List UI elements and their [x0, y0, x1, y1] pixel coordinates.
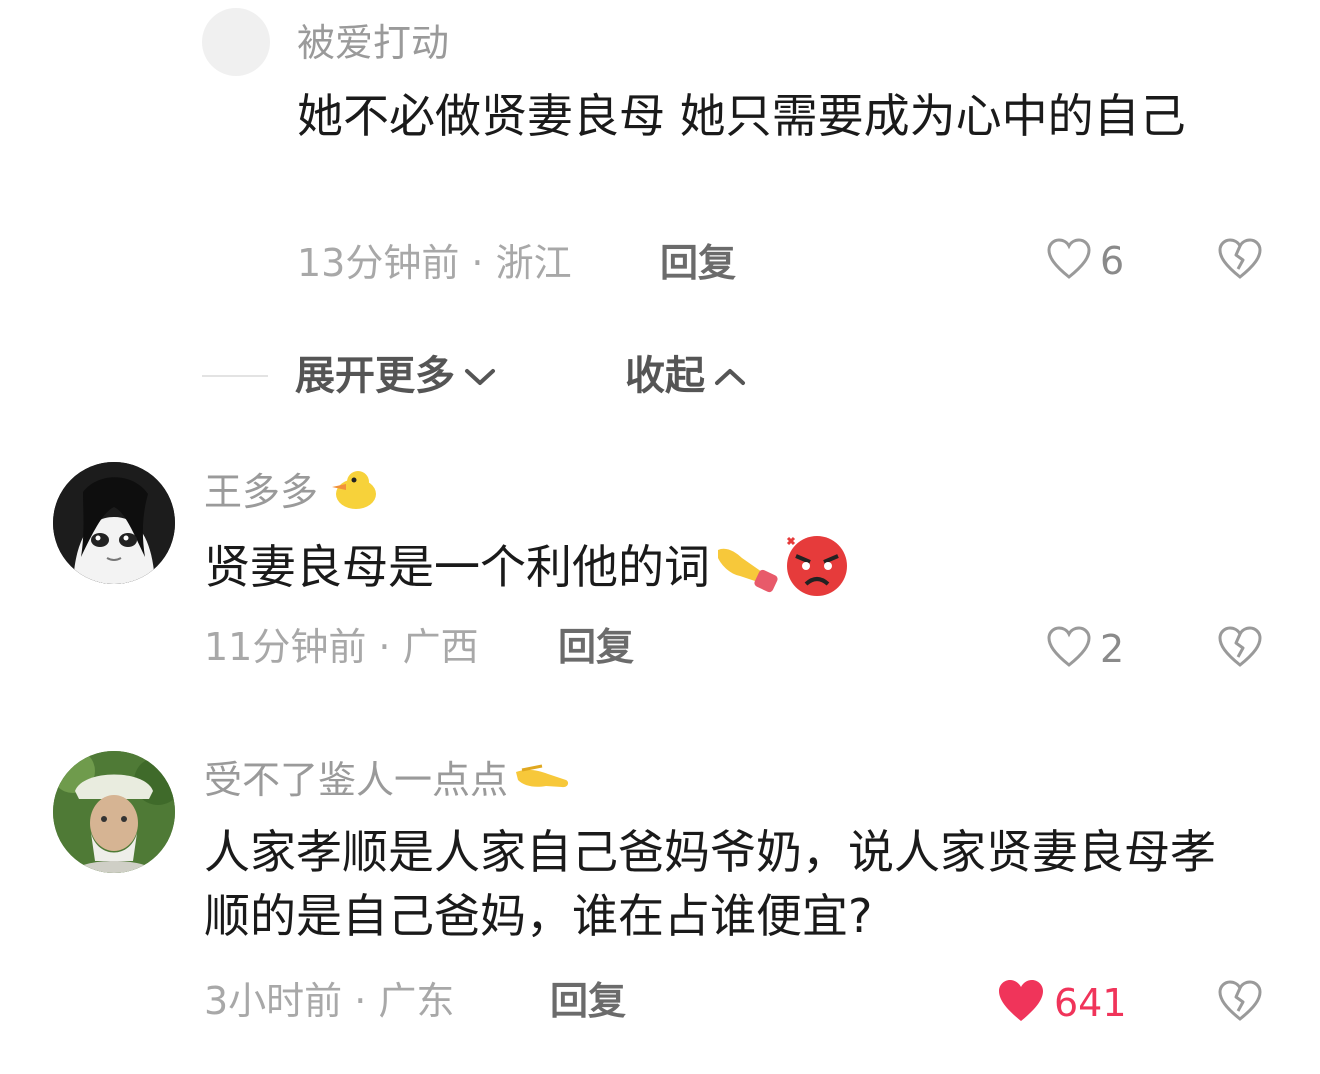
avatar-image — [53, 462, 175, 584]
heart-outline-icon — [1046, 237, 1092, 285]
username-row: 王多多 — [204, 468, 380, 516]
collapse-button[interactable]: 收起 — [625, 356, 747, 396]
username-row: 受不了鉴人一点点 — [204, 758, 572, 802]
dislike-button[interactable] — [1216, 625, 1264, 673]
like-count: 641 — [1054, 981, 1127, 1025]
reply-button[interactable]: 回复 — [558, 628, 634, 666]
comment-text: 贤妻良母是一个利他的词 — [204, 540, 710, 594]
chevron-down-icon — [463, 356, 497, 396]
like-button[interactable]: 6 — [1046, 237, 1124, 285]
comment-meta: 11分钟前 · 广西 — [204, 625, 479, 669]
expand-more-label: 展开更多 — [295, 353, 455, 399]
comment-meta: 13分钟前 · 浙江 — [297, 241, 572, 285]
pointing-hand-emoji-icon — [712, 536, 780, 598]
duck-emoji-icon — [324, 468, 380, 516]
thread-divider — [202, 375, 268, 377]
comment-text: 人家孝顺是人家自己爸妈爷奶，说人家贤妻良母孝顺的是自己爸妈，谁在占谁便宜? — [204, 825, 1216, 943]
comment-meta: 3小时前 · 广东 — [204, 979, 455, 1023]
comment-text: 她不必做贤妻良母 她只需要成为心中的自己 — [297, 89, 1186, 143]
chevron-up-icon — [713, 356, 747, 396]
dislike-button[interactable] — [1216, 979, 1264, 1027]
reply-button[interactable]: 回复 — [660, 244, 736, 282]
comment-username[interactable]: 受不了鉴人一点点 — [204, 761, 508, 799]
comment-username[interactable]: 王多多 — [204, 473, 318, 511]
avatar[interactable] — [202, 8, 270, 76]
avatar-image — [53, 751, 175, 873]
broken-heart-icon — [1216, 980, 1264, 1027]
reply-button[interactable]: 回复 — [550, 982, 626, 1020]
avatar[interactable] — [53, 462, 175, 584]
heart-filled-icon — [996, 978, 1046, 1028]
broken-heart-icon — [1216, 626, 1264, 673]
comment-text-row: 贤妻良母是一个利他的词 — [204, 532, 852, 602]
heart-outline-icon — [1046, 625, 1092, 673]
like-count: 6 — [1100, 239, 1125, 283]
expand-more-button[interactable]: 展开更多 — [295, 356, 497, 396]
like-button[interactable]: 2 — [1046, 625, 1124, 673]
collapse-label: 收起 — [625, 353, 705, 399]
avatar[interactable] — [53, 751, 175, 873]
broken-heart-icon — [1216, 238, 1264, 285]
like-button[interactable]: 641 — [996, 978, 1127, 1028]
like-count: 2 — [1100, 627, 1125, 671]
dislike-button[interactable] — [1216, 237, 1264, 285]
angry-face-emoji-icon — [782, 532, 852, 602]
pointing-hand-emoji-icon — [512, 758, 572, 802]
comment-username[interactable]: 被爱打动 — [297, 24, 449, 62]
